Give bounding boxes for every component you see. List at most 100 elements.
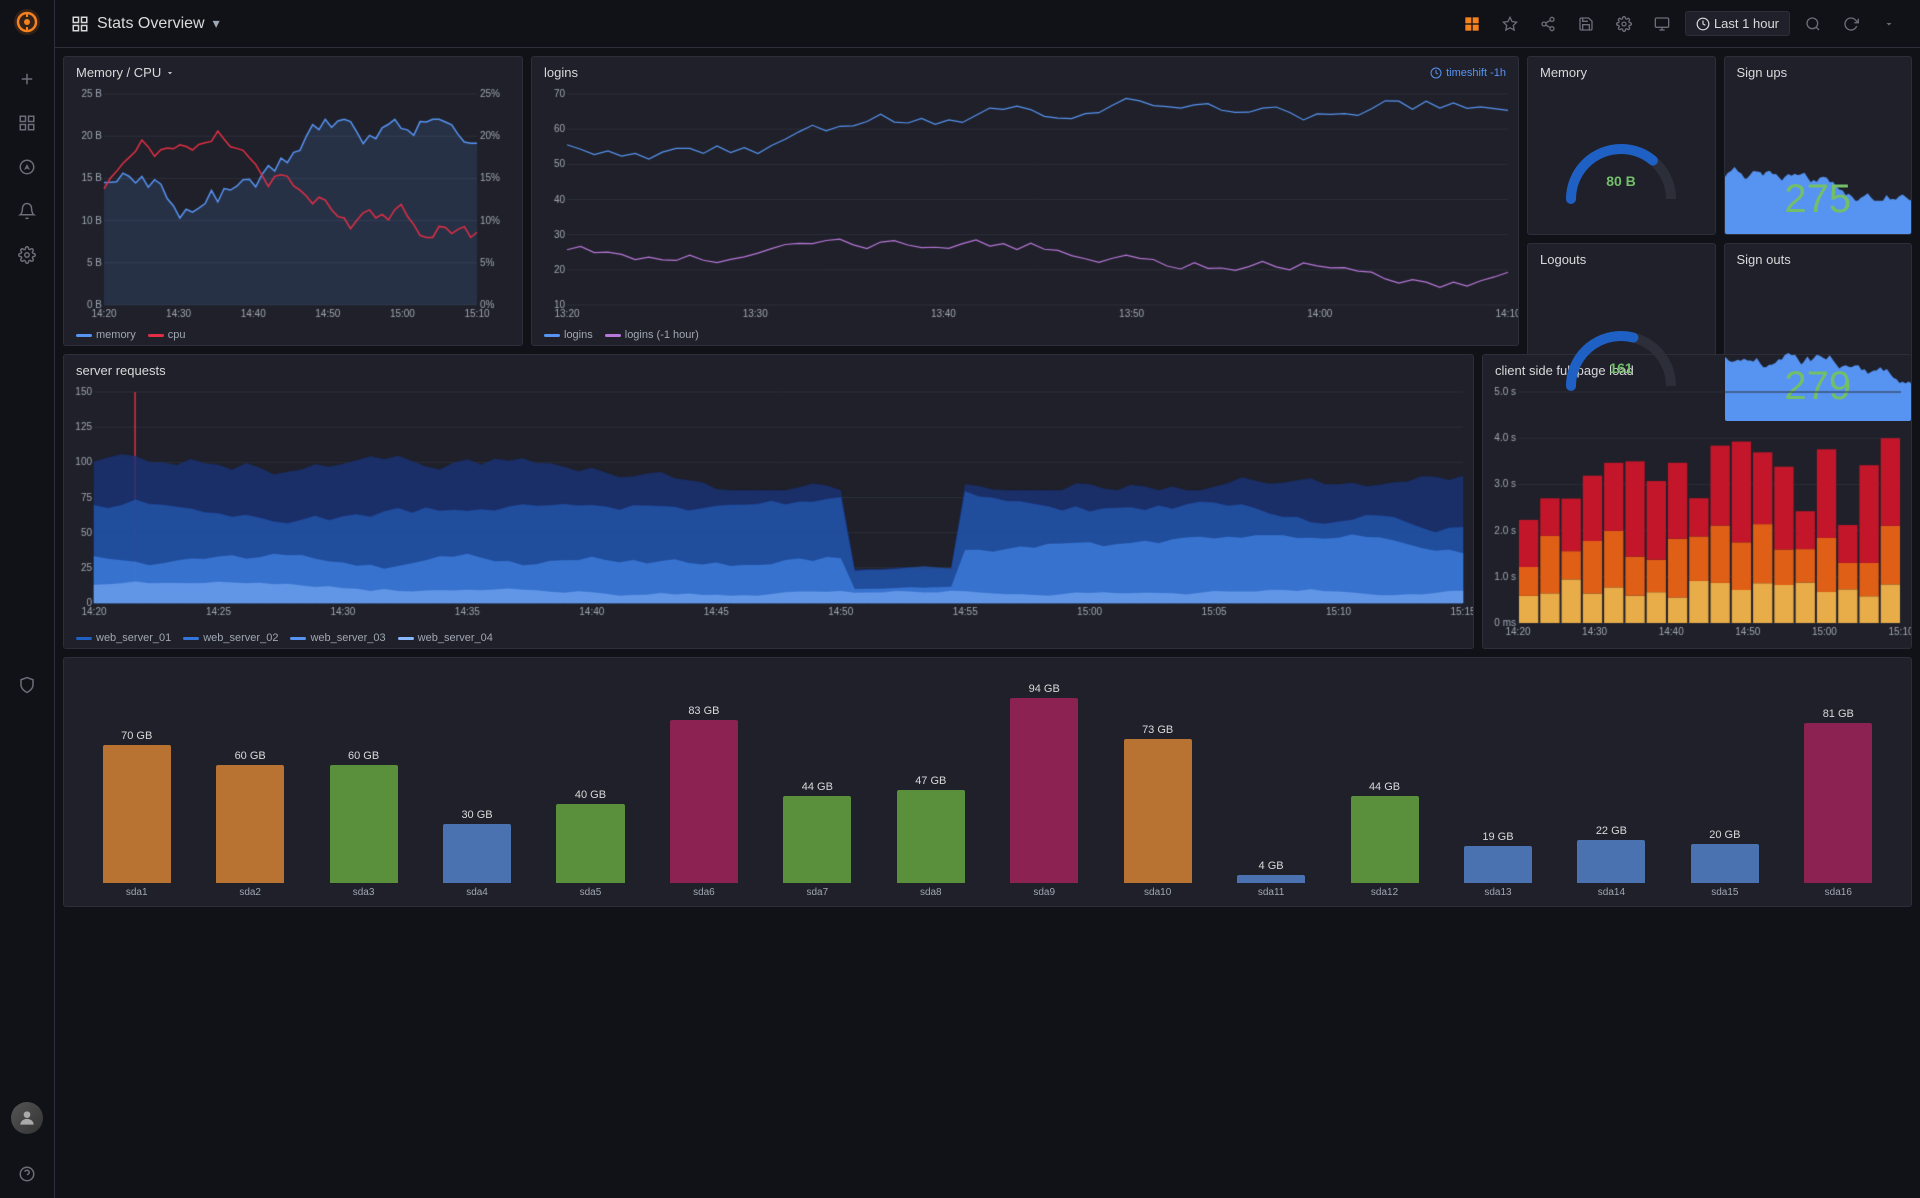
legend-memory-dot [76,334,92,337]
clock-icon [1430,67,1442,79]
row-2: server requests web_server_01 web_server… [63,354,1912,649]
memory-cpu-dropdown[interactable] [165,68,175,78]
logouts-gauge-value: 161 [1610,360,1634,376]
disk-bar-value-label: 94 GB [1029,683,1060,695]
signups-body: 275 [1725,84,1912,234]
row-1: Memory / CPU memory cpu [63,56,1912,346]
disk-bar-group: 83 GBsda6 [647,705,760,899]
disk-bar-value-label: 40 GB [575,789,606,801]
disk-bar [1351,796,1419,883]
save-button[interactable] [1571,9,1601,39]
disk-bar-name-label: sda12 [1371,887,1398,898]
disk-bar-name-label: sda9 [1033,887,1055,898]
disk-bar-group: 44 GBsda7 [761,781,874,898]
memory-cpu-legend: memory cpu [64,325,522,345]
memory-gauge-panel: Memory 80 B [1527,56,1716,235]
logouts-gauge-title: Logouts [1540,252,1586,267]
help-icon[interactable] [15,1162,39,1186]
topbar: Stats Overview ▾ Last 1 hour [55,0,1920,48]
star-button[interactable] [1495,9,1525,39]
dashboard-grid: Memory / CPU memory cpu [55,48,1920,1198]
disk-bar [670,720,738,884]
disk-bar [1124,739,1192,883]
disk-bar [783,796,851,883]
legend-ws01-label: web_server_01 [96,632,171,644]
legend-memory: memory [76,329,136,341]
disk-bar-group: 73 GBsda10 [1101,724,1214,898]
disk-bar-value-label: 4 GB [1259,860,1284,872]
dashboard-icon [71,15,89,33]
client-load-panel: client side full page load [1482,354,1912,649]
memory-gauge-title: Memory [1540,65,1587,80]
dropdown-arrow[interactable]: ▾ [213,15,220,32]
disk-bar-group: 44 GB sda12 [1328,781,1441,898]
disk-bar [1464,846,1532,883]
disk-bar-value-label: 60 GB [348,750,379,762]
disk-bar-value-label: 19 GB [1482,831,1513,843]
memory-cpu-panel: Memory / CPU memory cpu [63,56,523,346]
memory-cpu-chart [64,84,522,325]
disk-bar-name-label: sda2 [239,887,261,898]
signups-title: Sign ups [1737,65,1788,80]
settings-button[interactable] [1609,9,1639,39]
logins-panel: logins timeshift -1h logins [531,56,1519,346]
disk-bar [1577,840,1645,883]
tv-button[interactable] [1647,9,1677,39]
disk-bar-name-label: sda16 [1825,887,1852,898]
refresh-dropdown-button[interactable] [1874,9,1904,39]
disk-bar [103,745,171,883]
disk-bar [330,765,398,883]
main-content: Stats Overview ▾ Last 1 hour [55,0,1920,1198]
sidebar-item-shield[interactable] [15,673,39,697]
panel-view-button[interactable] [1457,9,1487,39]
disk-bar-value-label: 81 GB [1823,708,1854,720]
legend-ws01-dot [76,637,92,640]
legend-logins-label: logins [564,329,593,341]
sidebar-item-settings[interactable] [15,243,39,267]
disk-bar-group: 20 GBsda15 [1668,829,1781,898]
logouts-gauge-svg: 161 [1556,301,1686,391]
disk-bar-value-label: 22 GB [1596,825,1627,837]
disk-bar [1691,844,1759,883]
sidebar-item-add[interactable] [15,67,39,91]
stat-row-1: Memory 80 B Sign ups [1527,56,1912,235]
disk-bar [1237,875,1305,883]
sidebar-item-alerts[interactable] [15,199,39,223]
signups-panel: Sign ups 275 [1724,56,1913,235]
search-button[interactable] [1798,9,1828,39]
disk-panel: 70 GBsda160 GBsda260 GBsda330 GBsda440 G… [63,657,1912,907]
disk-bar-name-label: sda11 [1258,887,1285,898]
legend-ws03: web_server_03 [290,632,385,644]
disk-bar-value-label: 83 GB [688,705,719,717]
disk-bar-group: 4 GB sda11 [1214,860,1327,898]
grafana-logo[interactable] [13,8,41,39]
disk-bar-group: 94 GB sda9 [988,683,1101,898]
disk-bar [1010,698,1078,883]
legend-ws01: web_server_01 [76,632,171,644]
user-avatar[interactable] [11,1102,43,1134]
logins-chart [532,84,1518,325]
sidebar [0,0,55,1198]
stat-panels: Memory 80 B Sign ups [1527,56,1912,346]
disk-bar-group: 30 GBsda4 [420,809,533,898]
disk-bar-name-label: sda13 [1484,887,1511,898]
disk-bar-name-label: sda14 [1598,887,1625,898]
legend-ws02: web_server_02 [183,632,278,644]
disk-bar [1804,723,1872,883]
client-load-canvas [1483,382,1911,648]
sidebar-item-dashboard[interactable] [15,111,39,135]
disk-bar-group: 40 GBsda5 [534,789,647,898]
legend-logins: logins [544,329,593,341]
refresh-button[interactable] [1836,9,1866,39]
share-button[interactable] [1533,9,1563,39]
logins-legend: logins logins (-1 hour) [532,325,1518,345]
sidebar-item-explore[interactable] [15,155,39,179]
legend-ws04-dot [398,637,414,640]
disk-bar [897,790,965,883]
disk-bar-value-label: 44 GB [1369,781,1400,793]
legend-cpu-label: cpu [168,329,186,341]
server-requests-chart [64,382,1473,628]
signouts-title: Sign outs [1737,252,1791,267]
disk-bar-name-label: sda3 [353,887,375,898]
time-range-picker[interactable]: Last 1 hour [1685,11,1790,36]
